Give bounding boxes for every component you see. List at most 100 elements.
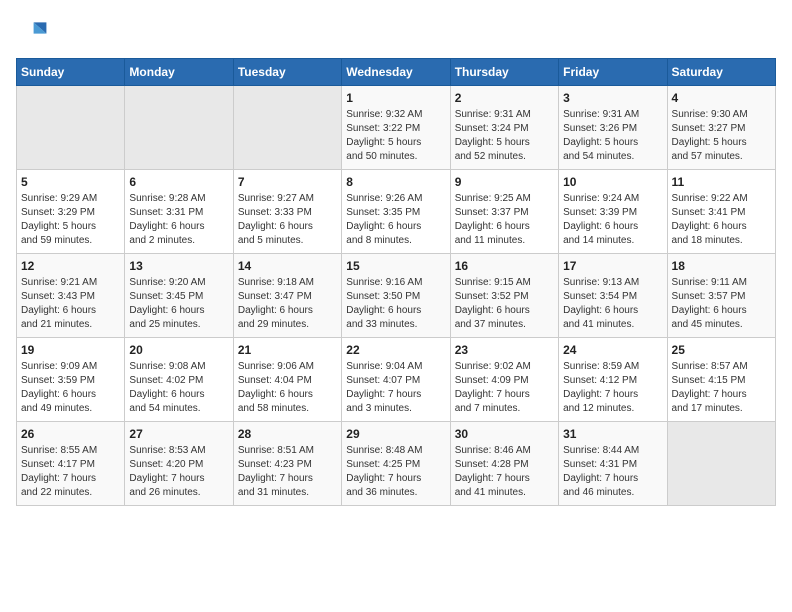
day-cell: 18Sunrise: 9:11 AM Sunset: 3:57 PM Dayli…	[667, 254, 775, 338]
weekday-header-sunday: Sunday	[17, 59, 125, 86]
day-number: 17	[563, 259, 662, 273]
day-number: 15	[346, 259, 445, 273]
day-info: Sunrise: 9:20 AM Sunset: 3:45 PM Dayligh…	[129, 276, 228, 332]
day-info: Sunrise: 8:44 AM Sunset: 4:31 PM Dayligh…	[563, 444, 662, 500]
logo	[16, 16, 52, 48]
day-info: Sunrise: 9:26 AM Sunset: 3:35 PM Dayligh…	[346, 192, 445, 248]
week-row-1: 1 Sunrise: 9:32 AM Sunset: 3:22 PM Daylig…	[17, 86, 776, 170]
day-cell: 19 Sunrise: 9:09 AM Sunset: 3:59 PM Dayli…	[17, 338, 125, 422]
day-number: 10	[563, 175, 662, 189]
day-info: Sunrise: 9:29 AM Sunset: 3:29 PM Dayligh…	[21, 192, 120, 248]
day-info: Sunrise: 9:30 AM Sunset: 3:27 PM Dayligh…	[672, 108, 771, 164]
day-cell	[125, 86, 233, 170]
day-cell: 20Sunrise: 9:08 AM Sunset: 4:02 PM Dayli…	[125, 338, 233, 422]
day-info: Sunrise: 9:16 AM Sunset: 3:50 PM Dayligh…	[346, 276, 445, 332]
day-info: Sunrise: 9:13 AM Sunset: 3:54 PM Dayligh…	[563, 276, 662, 332]
day-cell: 31 Sunrise: 8:44 AM Sunset: 4:31 PM Dayli…	[559, 422, 667, 506]
weekday-header-friday: Friday	[559, 59, 667, 86]
day-number: 19	[21, 343, 120, 357]
day-info: Sunrise: 9:25 AM Sunset: 3:37 PM Dayligh…	[455, 192, 554, 248]
weekday-header-saturday: Saturday	[667, 59, 775, 86]
day-info: Sunrise: 8:51 AM Sunset: 4:23 PM Dayligh…	[238, 444, 337, 500]
day-cell: 16 Sunrise: 9:15 AM Sunset: 3:52 PM Dayli…	[450, 254, 558, 338]
day-number: 28	[238, 427, 337, 441]
day-info: Sunrise: 9:31 AM Sunset: 3:26 PM Dayligh…	[563, 108, 662, 164]
day-info: Sunrise: 8:53 AM Sunset: 4:20 PM Dayligh…	[129, 444, 228, 500]
day-info: Sunrise: 9:21 AM Sunset: 3:43 PM Dayligh…	[21, 276, 120, 332]
day-number: 22	[346, 343, 445, 357]
day-number: 13	[129, 259, 228, 273]
day-number: 3	[563, 91, 662, 105]
day-cell: 8 Sunrise: 9:26 AM Sunset: 3:35 PM Daylig…	[342, 170, 450, 254]
day-cell: 27 Sunrise: 8:53 AM Sunset: 4:20 PM Dayli…	[125, 422, 233, 506]
weekday-header-row: SundayMondayTuesdayWednesdayThursdayFrid…	[17, 59, 776, 86]
day-number: 30	[455, 427, 554, 441]
day-info: Sunrise: 8:46 AM Sunset: 4:28 PM Dayligh…	[455, 444, 554, 500]
week-row-3: 12 Sunrise: 9:21 AM Sunset: 3:43 PM Dayli…	[17, 254, 776, 338]
weekday-header-thursday: Thursday	[450, 59, 558, 86]
day-cell: 15 Sunrise: 9:16 AM Sunset: 3:50 PM Dayli…	[342, 254, 450, 338]
weekday-header-wednesday: Wednesday	[342, 59, 450, 86]
day-number: 6	[129, 175, 228, 189]
day-number: 27	[129, 427, 228, 441]
day-cell: 28 Sunrise: 8:51 AM Sunset: 4:23 PM Dayli…	[233, 422, 341, 506]
day-info: Sunrise: 8:55 AM Sunset: 4:17 PM Dayligh…	[21, 444, 120, 500]
day-number: 29	[346, 427, 445, 441]
day-cell: 25 Sunrise: 8:57 AM Sunset: 4:15 PM Dayli…	[667, 338, 775, 422]
day-number: 31	[563, 427, 662, 441]
page-header	[16, 16, 776, 48]
day-number: 5	[21, 175, 120, 189]
week-row-4: 19 Sunrise: 9:09 AM Sunset: 3:59 PM Dayli…	[17, 338, 776, 422]
week-row-2: 5 Sunrise: 9:29 AM Sunset: 3:29 PM Daylig…	[17, 170, 776, 254]
day-info: Sunrise: 9:02 AM Sunset: 4:09 PM Dayligh…	[455, 360, 554, 416]
day-info: Sunrise: 8:48 AM Sunset: 4:25 PM Dayligh…	[346, 444, 445, 500]
calendar-table: SundayMondayTuesdayWednesdayThursdayFrid…	[16, 58, 776, 506]
day-info: Sunrise: 9:22 AM Sunset: 3:41 PM Dayligh…	[672, 192, 771, 248]
day-cell	[233, 86, 341, 170]
day-number: 8	[346, 175, 445, 189]
day-number: 20	[129, 343, 228, 357]
day-cell: 30 Sunrise: 8:46 AM Sunset: 4:28 PM Dayli…	[450, 422, 558, 506]
day-number: 16	[455, 259, 554, 273]
day-cell: 21 Sunrise: 9:06 AM Sunset: 4:04 PM Dayli…	[233, 338, 341, 422]
day-cell: 22 Sunrise: 9:04 AM Sunset: 4:07 PM Dayli…	[342, 338, 450, 422]
day-info: Sunrise: 8:59 AM Sunset: 4:12 PM Dayligh…	[563, 360, 662, 416]
logo-icon	[16, 16, 48, 48]
day-cell: 10Sunrise: 9:24 AM Sunset: 3:39 PM Dayli…	[559, 170, 667, 254]
day-number: 7	[238, 175, 337, 189]
day-cell: 2Sunrise: 9:31 AM Sunset: 3:24 PM Daylig…	[450, 86, 558, 170]
day-number: 14	[238, 259, 337, 273]
day-cell: 1 Sunrise: 9:32 AM Sunset: 3:22 PM Daylig…	[342, 86, 450, 170]
day-cell: 6 Sunrise: 9:28 AM Sunset: 3:31 PM Daylig…	[125, 170, 233, 254]
day-cell: 5 Sunrise: 9:29 AM Sunset: 3:29 PM Daylig…	[17, 170, 125, 254]
day-info: Sunrise: 9:32 AM Sunset: 3:22 PM Dayligh…	[346, 108, 445, 164]
day-number: 18	[672, 259, 771, 273]
day-info: Sunrise: 9:06 AM Sunset: 4:04 PM Dayligh…	[238, 360, 337, 416]
day-info: Sunrise: 8:57 AM Sunset: 4:15 PM Dayligh…	[672, 360, 771, 416]
day-info: Sunrise: 9:04 AM Sunset: 4:07 PM Dayligh…	[346, 360, 445, 416]
day-number: 4	[672, 91, 771, 105]
day-info: Sunrise: 9:09 AM Sunset: 3:59 PM Dayligh…	[21, 360, 120, 416]
day-number: 11	[672, 175, 771, 189]
day-cell	[17, 86, 125, 170]
day-cell	[667, 422, 775, 506]
day-info: Sunrise: 9:28 AM Sunset: 3:31 PM Dayligh…	[129, 192, 228, 248]
day-number: 12	[21, 259, 120, 273]
day-info: Sunrise: 9:15 AM Sunset: 3:52 PM Dayligh…	[455, 276, 554, 332]
day-number: 26	[21, 427, 120, 441]
day-cell: 29 Sunrise: 8:48 AM Sunset: 4:25 PM Dayli…	[342, 422, 450, 506]
day-number: 1	[346, 91, 445, 105]
day-number: 2	[455, 91, 554, 105]
day-cell: 26 Sunrise: 8:55 AM Sunset: 4:17 PM Dayli…	[17, 422, 125, 506]
week-row-5: 26 Sunrise: 8:55 AM Sunset: 4:17 PM Dayli…	[17, 422, 776, 506]
day-cell: 7Sunrise: 9:27 AM Sunset: 3:33 PM Daylig…	[233, 170, 341, 254]
day-cell: 23 Sunrise: 9:02 AM Sunset: 4:09 PM Dayli…	[450, 338, 558, 422]
day-number: 24	[563, 343, 662, 357]
day-info: Sunrise: 9:18 AM Sunset: 3:47 PM Dayligh…	[238, 276, 337, 332]
day-number: 21	[238, 343, 337, 357]
day-cell: 4 Sunrise: 9:30 AM Sunset: 3:27 PM Daylig…	[667, 86, 775, 170]
day-cell: 11 Sunrise: 9:22 AM Sunset: 3:41 PM Dayli…	[667, 170, 775, 254]
day-number: 9	[455, 175, 554, 189]
day-number: 23	[455, 343, 554, 357]
day-number: 25	[672, 343, 771, 357]
